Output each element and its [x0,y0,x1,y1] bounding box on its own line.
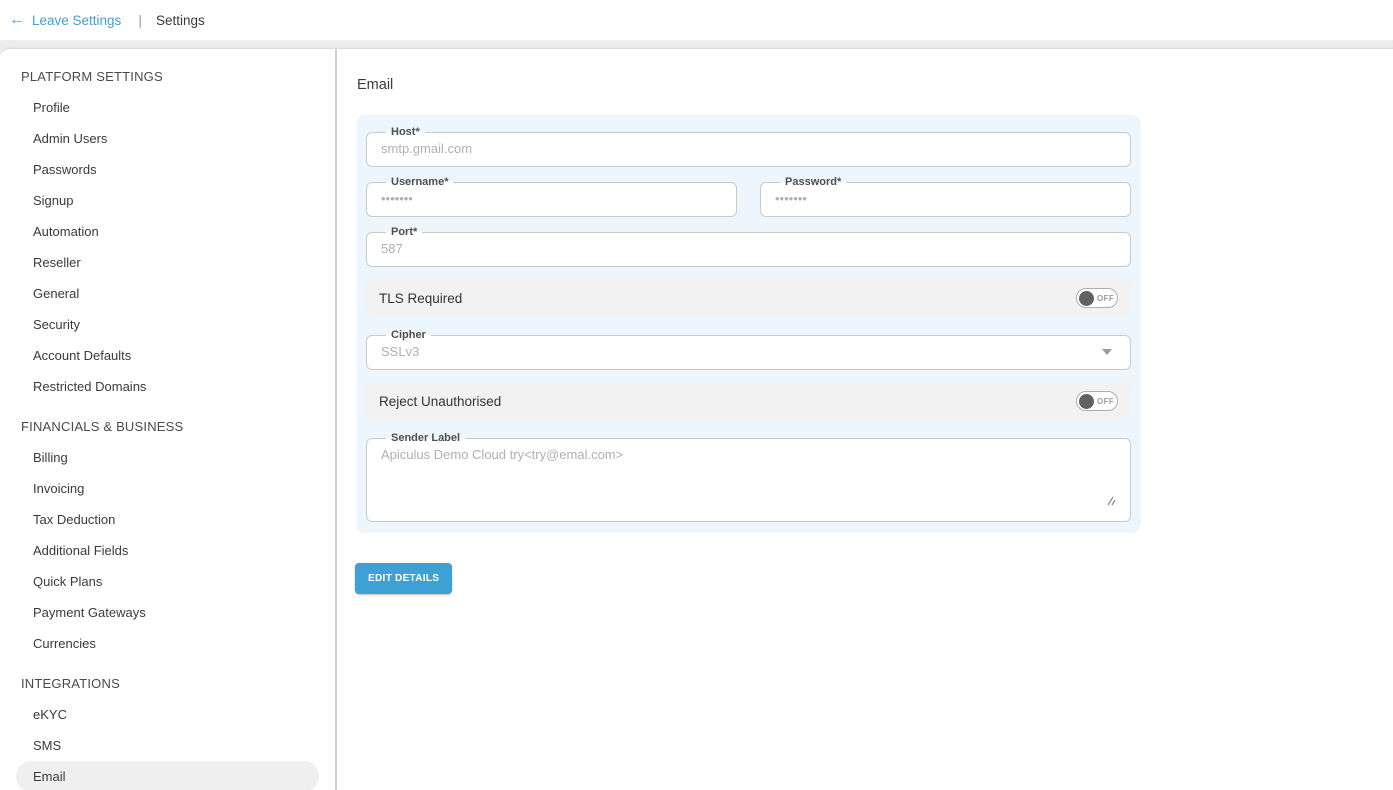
section-title-platform-settings: PLATFORM SETTINGS [16,61,319,92]
reject-unauthorised-toggle[interactable]: OFF [1076,391,1118,411]
port-field-value: 587 [381,241,1116,256]
host-field[interactable]: Host* smtp.gmail.com [366,126,1131,167]
topbar: ← Leave Settings | Settings [0,0,1393,40]
username-field-label: Username* [386,176,453,188]
tls-toggle-state-label: OFF [1097,294,1114,303]
sidebar-item-sms[interactable]: SMS [16,730,319,761]
back-link[interactable]: ← Leave Settings [9,12,121,28]
sidebar-item-passwords[interactable]: Passwords [16,154,319,185]
sidebar-item-security[interactable]: Security [16,309,319,340]
resize-handle-icon [1105,495,1116,506]
username-field-value: ••••••• [381,191,722,206]
sidebar-item-profile[interactable]: Profile [16,92,319,123]
reject-unauthorised-label: Reject Unauthorised [379,394,501,409]
back-arrow-icon: ← [9,12,25,28]
sidebar-item-additional-fields[interactable]: Additional Fields [16,535,319,566]
main-content: Email Host* smtp.gmail.com Username* •••… [337,49,1393,790]
email-settings-card: Host* smtp.gmail.com Username* ••••••• P… [357,115,1140,531]
sidebar-item-quick-plans[interactable]: Quick Plans [16,566,319,597]
settings-sidebar: PLATFORM SETTINGS Profile Admin Users Pa… [0,49,337,790]
host-field-label: Host* [386,126,425,138]
sidebar-item-automation[interactable]: Automation [16,216,319,247]
sender-label-field-value: Apiculus Demo Cloud try<try@emal.com> [381,447,1116,462]
sidebar-item-email[interactable]: Email [16,761,319,790]
sidebar-item-admin-users[interactable]: Admin Users [16,123,319,154]
host-field-value: smtp.gmail.com [381,141,1116,156]
cipher-select-value: SSLv3 [381,344,419,359]
sender-label-textarea[interactable]: Sender Label Apiculus Demo Cloud try<try… [366,432,1131,522]
cipher-select[interactable]: Cipher SSLv3 [366,329,1131,370]
section-title-integrations: INTEGRATIONS [16,668,319,699]
email-settings-title: Email [357,77,1393,93]
sidebar-item-reseller[interactable]: Reseller [16,247,319,278]
section-integrations: INTEGRATIONS eKYC SMS Email [16,668,319,790]
sender-label-field-label: Sender Label [386,432,465,444]
page-title: Settings [156,13,205,28]
tls-required-row: TLS Required OFF [366,280,1131,316]
chevron-down-icon [1102,349,1112,355]
section-financials-business: FINANCIALS & BUSINESS Billing Invoicing … [16,411,319,659]
sidebar-item-signup[interactable]: Signup [16,185,319,216]
port-field[interactable]: Port* 587 [366,226,1131,267]
password-field-value: ••••••• [775,191,1116,206]
sidebar-item-restricted-domains[interactable]: Restricted Domains [16,371,319,402]
sidebar-item-currencies[interactable]: Currencies [16,628,319,659]
section-title-financials-business: FINANCIALS & BUSINESS [16,411,319,442]
password-field-label: Password* [780,176,846,188]
sidebar-item-billing[interactable]: Billing [16,442,319,473]
cipher-select-label: Cipher [386,329,431,341]
reject-toggle-state-label: OFF [1097,397,1114,406]
tls-required-toggle[interactable]: OFF [1076,288,1118,308]
password-field[interactable]: Password* ••••••• [760,176,1131,217]
section-platform-settings: PLATFORM SETTINGS Profile Admin Users Pa… [16,61,319,402]
content-panel: PLATFORM SETTINGS Profile Admin Users Pa… [0,48,1393,790]
sidebar-item-payment-gateways[interactable]: Payment Gateways [16,597,319,628]
reject-unauthorised-row: Reject Unauthorised OFF [366,383,1131,419]
back-link-label: Leave Settings [32,13,121,28]
sidebar-item-ekyc[interactable]: eKYC [16,699,319,730]
tls-required-label: TLS Required [379,291,462,306]
edit-details-button[interactable]: EDIT DETAILS [355,563,452,594]
sidebar-item-tax-deduction[interactable]: Tax Deduction [16,504,319,535]
username-field[interactable]: Username* ••••••• [366,176,737,217]
username-password-row: Username* ••••••• Password* ••••••• [366,176,1131,226]
port-field-label: Port* [386,226,422,238]
sidebar-item-general[interactable]: General [16,278,319,309]
sidebar-item-account-defaults[interactable]: Account Defaults [16,340,319,371]
toggle-knob [1079,394,1094,409]
toggle-knob [1079,291,1094,306]
sidebar-item-invoicing[interactable]: Invoicing [16,473,319,504]
breadcrumb-separator: | [138,12,142,28]
